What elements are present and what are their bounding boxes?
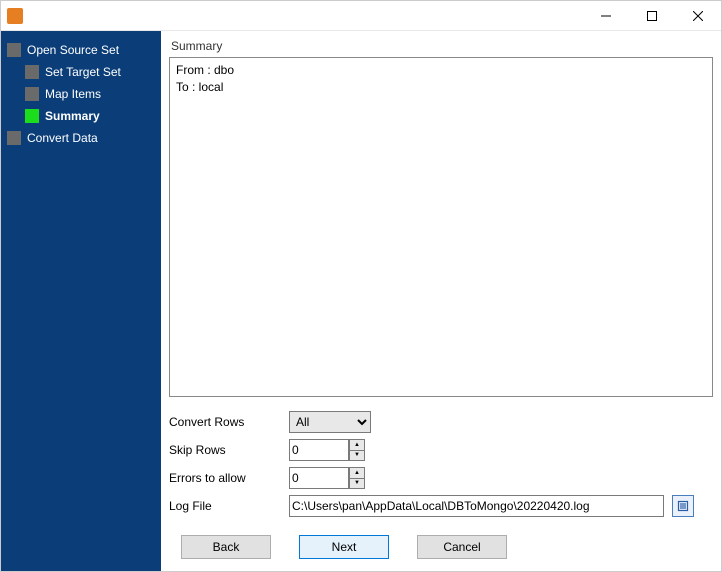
- content: Summary From : dbo To : local Convert Ro…: [161, 31, 721, 571]
- titlebar: [1, 1, 721, 31]
- maximize-button[interactable]: [629, 1, 675, 30]
- convert-rows-row: Convert Rows All: [169, 411, 713, 433]
- convert-rows-label: Convert Rows: [169, 415, 289, 429]
- skip-rows-spinner-buttons: ▲ ▼: [349, 439, 365, 461]
- errors-label: Errors to allow: [169, 471, 289, 485]
- errors-input[interactable]: [289, 467, 349, 489]
- errors-spinner-buttons: ▲ ▼: [349, 467, 365, 489]
- skip-rows-control: ▲ ▼: [289, 439, 365, 461]
- sidebar-item-label: Set Target Set: [45, 65, 121, 79]
- sidebar-item-label: Map Items: [45, 87, 101, 101]
- skip-rows-spinner: ▲ ▼: [289, 439, 365, 461]
- main: Open Source Set Set Target Set Map Items…: [1, 31, 721, 571]
- sidebar-item-label: Summary: [45, 109, 100, 123]
- sidebar-item-open-source-set[interactable]: Open Source Set: [1, 39, 161, 61]
- sidebar-item-summary[interactable]: Summary: [1, 105, 161, 127]
- logfile-input[interactable]: [289, 495, 664, 517]
- step-box-icon: [25, 109, 39, 123]
- minimize-button[interactable]: [583, 1, 629, 30]
- spinner-down-icon[interactable]: ▼: [350, 451, 364, 461]
- sidebar-item-set-target-set[interactable]: Set Target Set: [1, 61, 161, 83]
- options-panel: Convert Rows All Skip Rows ▲ ▼: [169, 411, 713, 523]
- sidebar-item-label: Convert Data: [27, 131, 98, 145]
- summary-group-label: Summary: [169, 37, 713, 57]
- step-box-icon: [7, 131, 21, 145]
- step-box-icon: [25, 65, 39, 79]
- skip-rows-row: Skip Rows ▲ ▼: [169, 439, 713, 461]
- logfile-control: [289, 495, 694, 517]
- sidebar-item-label: Open Source Set: [27, 43, 119, 57]
- step-box-icon: [7, 43, 21, 57]
- sidebar-item-map-items[interactable]: Map Items: [1, 83, 161, 105]
- button-bar: Back Next Cancel: [169, 523, 713, 563]
- wizard-tree: Open Source Set Set Target Set Map Items…: [1, 39, 161, 149]
- back-button[interactable]: Back: [181, 535, 271, 559]
- errors-control: ▲ ▼: [289, 467, 365, 489]
- skip-rows-label: Skip Rows: [169, 443, 289, 457]
- step-box-icon: [25, 87, 39, 101]
- errors-spinner: ▲ ▼: [289, 467, 365, 489]
- skip-rows-input[interactable]: [289, 439, 349, 461]
- errors-row: Errors to allow ▲ ▼: [169, 467, 713, 489]
- app-icon: [7, 8, 23, 24]
- titlebar-left: [1, 8, 23, 24]
- logfile-row: Log File: [169, 495, 713, 517]
- window-controls: [583, 1, 721, 30]
- logfile-browse-button[interactable]: [672, 495, 694, 517]
- next-button[interactable]: Next: [299, 535, 389, 559]
- sidebar: Open Source Set Set Target Set Map Items…: [1, 31, 161, 571]
- sidebar-item-convert-data[interactable]: Convert Data: [1, 127, 161, 149]
- spinner-up-icon[interactable]: ▲: [350, 468, 364, 479]
- spinner-up-icon[interactable]: ▲: [350, 440, 364, 451]
- spinner-down-icon[interactable]: ▼: [350, 479, 364, 489]
- cancel-button[interactable]: Cancel: [417, 535, 507, 559]
- close-button[interactable]: [675, 1, 721, 30]
- summary-textarea[interactable]: From : dbo To : local: [169, 57, 713, 397]
- convert-rows-control: All: [289, 411, 371, 433]
- convert-rows-select[interactable]: All: [289, 411, 371, 433]
- logfile-label: Log File: [169, 499, 289, 513]
